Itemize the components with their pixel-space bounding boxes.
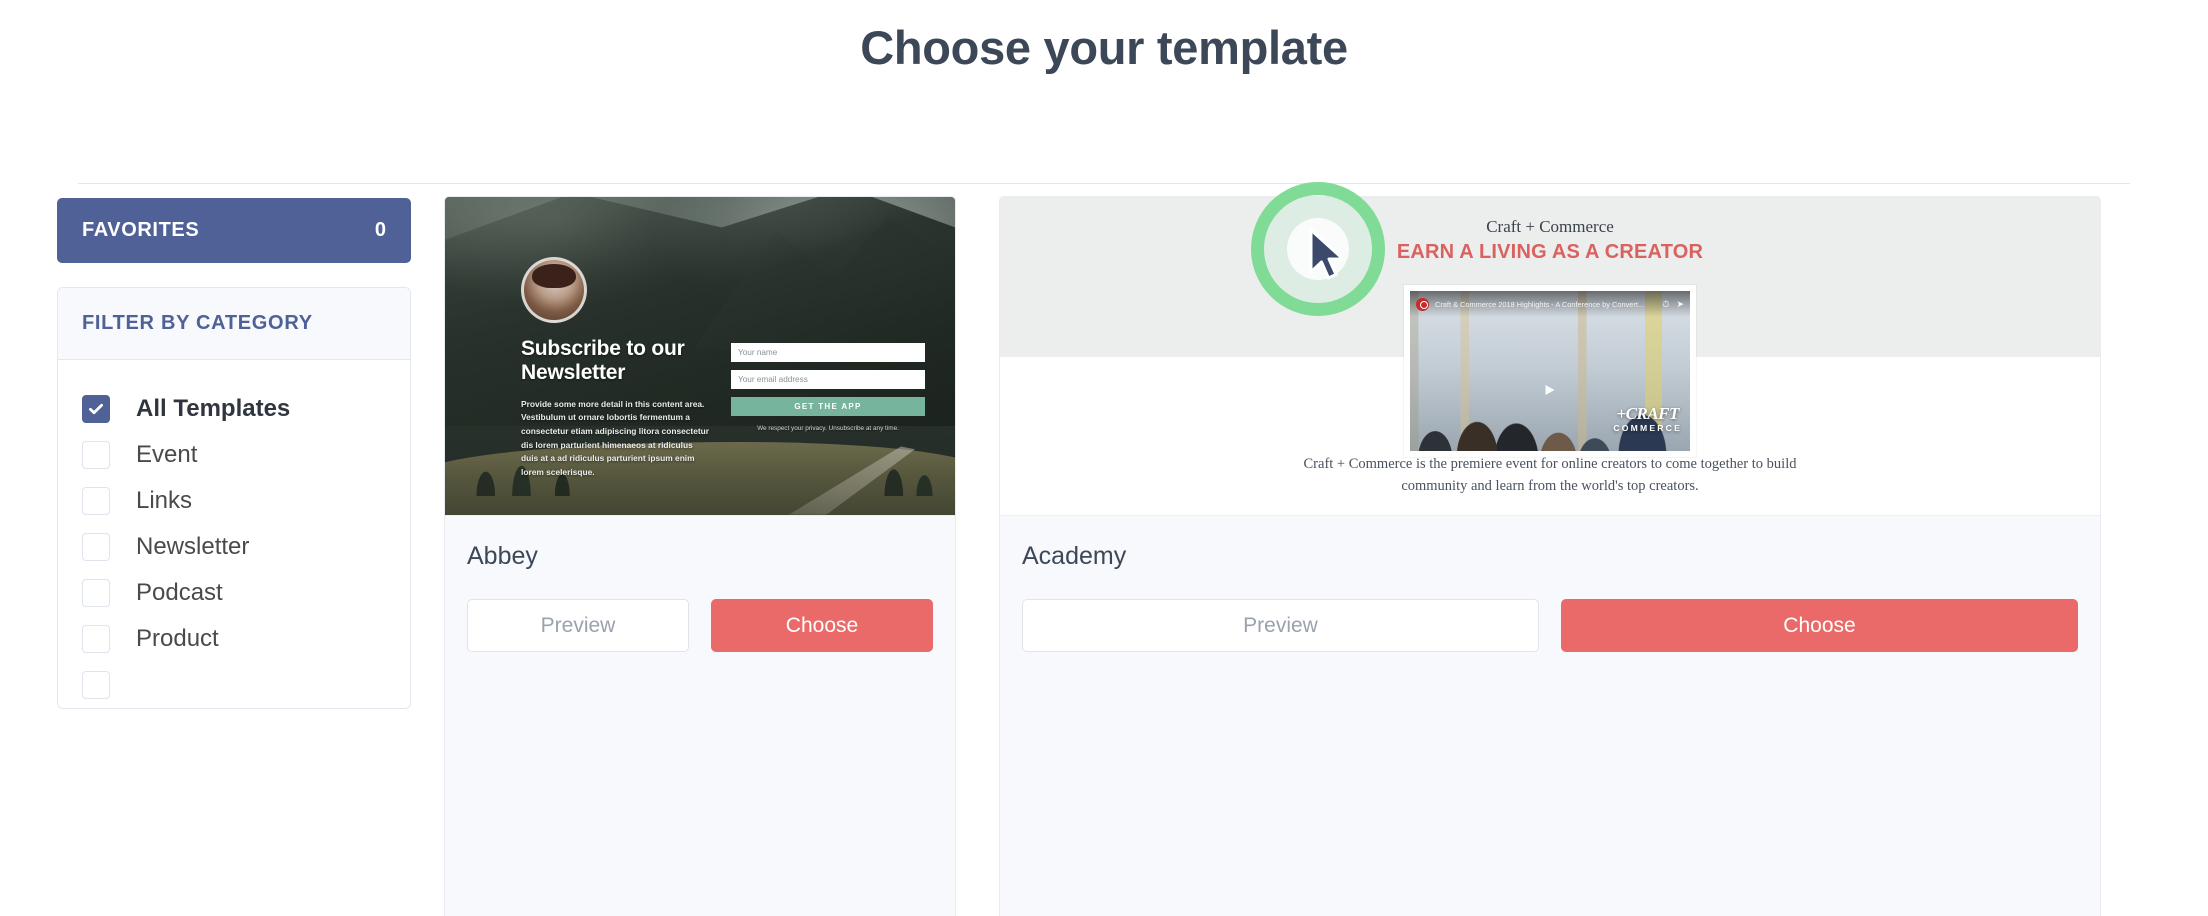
checkbox-all-templates[interactable] <box>82 395 110 423</box>
abbey-signup-form[interactable]: Your name Your email address GET THE APP… <box>731 343 925 432</box>
academy-caption: Craft + Commerce is the premiere event f… <box>1303 455 1797 494</box>
academy-card-actions: Preview Choose <box>1022 599 2078 652</box>
video-channel-logo-icon <box>1416 297 1429 311</box>
academy-video-crowd <box>1410 351 1690 451</box>
abbey-get-the-app-button[interactable]: GET THE APP <box>731 397 925 416</box>
filter-label-product: Product <box>136 625 219 652</box>
filter-item-links[interactable]: Links <box>58 478 410 524</box>
favorites-button[interactable]: FAVORITES 0 <box>57 198 411 263</box>
checkbox-product[interactable] <box>82 625 110 653</box>
academy-headline: EARN A LIVING AS A CREATOR <box>1396 241 1704 263</box>
watch-later-icon[interactable]: ⏱ <box>1662 299 1669 310</box>
filter-item-event[interactable]: Event <box>58 432 410 478</box>
template-chooser-page: Choose your template FAVORITES 0 FILTER … <box>0 0 2208 916</box>
template-card-academy[interactable]: Craft + Commerce EARN A LIVING AS A CREA… <box>999 196 2101 916</box>
filter-label-links: Links <box>136 487 193 514</box>
share-icon[interactable]: ➤ <box>1676 299 1684 310</box>
checkbox-newsletter[interactable] <box>82 533 110 561</box>
play-button-icon[interactable] <box>1545 385 1555 396</box>
checkbox-event[interactable] <box>82 441 110 469</box>
abbey-privacy-note: We respect your privacy. Unsubscribe at … <box>757 425 899 432</box>
academy-template-name: Academy <box>1022 542 1127 570</box>
filter-item-newsletter[interactable]: Newsletter <box>58 524 410 570</box>
page-title: Choose your template <box>860 21 1348 74</box>
favorites-count: 0 <box>374 219 386 241</box>
template-card-abbey[interactable]: Subscribe to our Newsletter Provide some… <box>444 196 956 916</box>
abbey-preview-body: Provide some more detail in this content… <box>521 398 710 477</box>
abbey-template-name: Abbey <box>467 542 538 570</box>
filter-item-product[interactable]: Product <box>58 616 410 662</box>
filter-by-category-panel: FILTER BY CATEGORY All Templates Event L… <box>57 287 411 709</box>
filter-category-list: All Templates Event Links Newsletter Pod… <box>58 360 410 708</box>
filter-item-next-partial[interactable] <box>58 662 410 708</box>
watermark-commerce-text: COMMERCE <box>1613 423 1682 434</box>
abbey-copy-block: Subscribe to our Newsletter Provide some… <box>521 337 711 479</box>
academy-video-watermark: +CRAFT COMMERCE <box>1613 405 1682 435</box>
filter-item-podcast[interactable]: Podcast <box>58 570 410 616</box>
header-divider <box>78 183 2130 184</box>
academy-choose-button[interactable]: Choose <box>1561 599 2078 652</box>
checkbox-next-partial[interactable] <box>82 671 110 699</box>
filter-panel-header: FILTER BY CATEGORY <box>58 288 410 360</box>
filter-item-all-templates[interactable]: All Templates <box>58 386 410 432</box>
filter-label-event: Event <box>136 441 198 468</box>
filter-label-newsletter: Newsletter <box>136 533 250 560</box>
sidebar: FAVORITES 0 FILTER BY CATEGORY All Templ… <box>57 198 411 709</box>
checkbox-links[interactable] <box>82 487 110 515</box>
academy-preview-thumbnail[interactable]: Craft + Commerce EARN A LIVING AS A CREA… <box>1000 197 2100 515</box>
favorites-label: FAVORITES <box>82 219 200 241</box>
academy-video-titlebar: Craft & Commerce 2018 Highlights - A Con… <box>1410 291 1690 317</box>
academy-brand-text: Craft + Commerce <box>1486 217 1614 236</box>
abbey-name-input[interactable]: Your name <box>731 343 925 362</box>
academy-video-title: Craft & Commerce 2018 Highlights - A Con… <box>1435 299 1645 309</box>
abbey-email-input[interactable]: Your email address <box>731 370 925 389</box>
abbey-avatar <box>521 257 587 323</box>
academy-preview-button[interactable]: Preview <box>1022 599 1539 652</box>
abbey-card-footer: Abbey Preview Choose <box>445 515 955 916</box>
filter-label-all-templates: All Templates <box>136 395 291 422</box>
academy-video-frame: Craft & Commerce 2018 Highlights - A Con… <box>1404 285 1696 457</box>
watermark-craft-text: +CRAFT <box>1616 404 1679 424</box>
abbey-card-actions: Preview Choose <box>467 599 933 652</box>
filter-label-podcast: Podcast <box>136 579 223 606</box>
academy-video-thumbnail[interactable]: Craft & Commerce 2018 Highlights - A Con… <box>1410 291 1690 451</box>
abbey-preview-heading: Subscribe to our Newsletter <box>521 337 685 385</box>
abbey-preview-thumbnail[interactable]: Subscribe to our Newsletter Provide some… <box>445 197 955 515</box>
abbey-preview-button[interactable]: Preview <box>467 599 689 652</box>
academy-card-footer: Academy Preview Choose <box>1000 515 2100 916</box>
abbey-choose-button[interactable]: Choose <box>711 599 933 652</box>
checkbox-podcast[interactable] <box>82 579 110 607</box>
